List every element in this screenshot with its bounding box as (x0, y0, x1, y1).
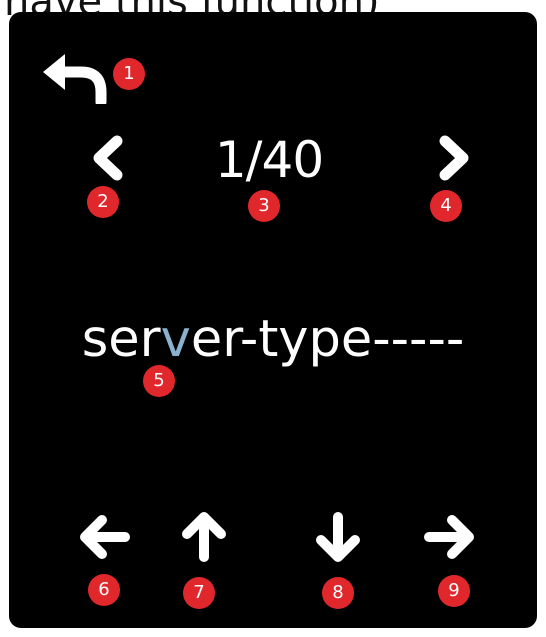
arrow-up-icon (181, 510, 227, 564)
next-button[interactable] (435, 135, 475, 181)
counter-total: 40 (261, 131, 325, 189)
badge-2: 2 (87, 186, 119, 218)
word-highlight: v (160, 310, 191, 369)
arrow-right-icon (422, 514, 476, 560)
badge-7: 7 (183, 577, 215, 609)
arrow-up-button[interactable] (181, 510, 227, 564)
current-word: server-type----- (9, 310, 537, 370)
badge-3: 3 (248, 190, 280, 222)
badge-6: 6 (88, 574, 120, 606)
counter-current: 1 (214, 131, 247, 189)
prev-button[interactable] (87, 135, 127, 181)
arrow-down-icon (315, 510, 361, 564)
badge-5: 5 (143, 365, 175, 397)
undo-arrow-icon (39, 52, 109, 104)
arrow-left-icon (78, 514, 132, 560)
arrow-left-button[interactable] (78, 514, 132, 560)
badge-1: 1 (113, 58, 145, 90)
badge-9: 9 (438, 575, 470, 607)
arrow-right-button[interactable] (422, 514, 476, 560)
back-button[interactable] (39, 52, 109, 104)
chevron-left-icon (87, 135, 127, 181)
device-screen: 1/40 server-type----- 1 2 3 4 5 6 7 8 9 (9, 12, 537, 628)
arrow-down-button[interactable] (315, 510, 361, 564)
chevron-right-icon (435, 135, 475, 181)
word-after: er-type----- (190, 310, 465, 369)
badge-8: 8 (322, 577, 354, 609)
counter-separator: / (245, 131, 263, 189)
page-counter: 1/40 (169, 130, 369, 190)
word-before: ser (81, 310, 161, 369)
badge-4: 4 (430, 190, 462, 222)
